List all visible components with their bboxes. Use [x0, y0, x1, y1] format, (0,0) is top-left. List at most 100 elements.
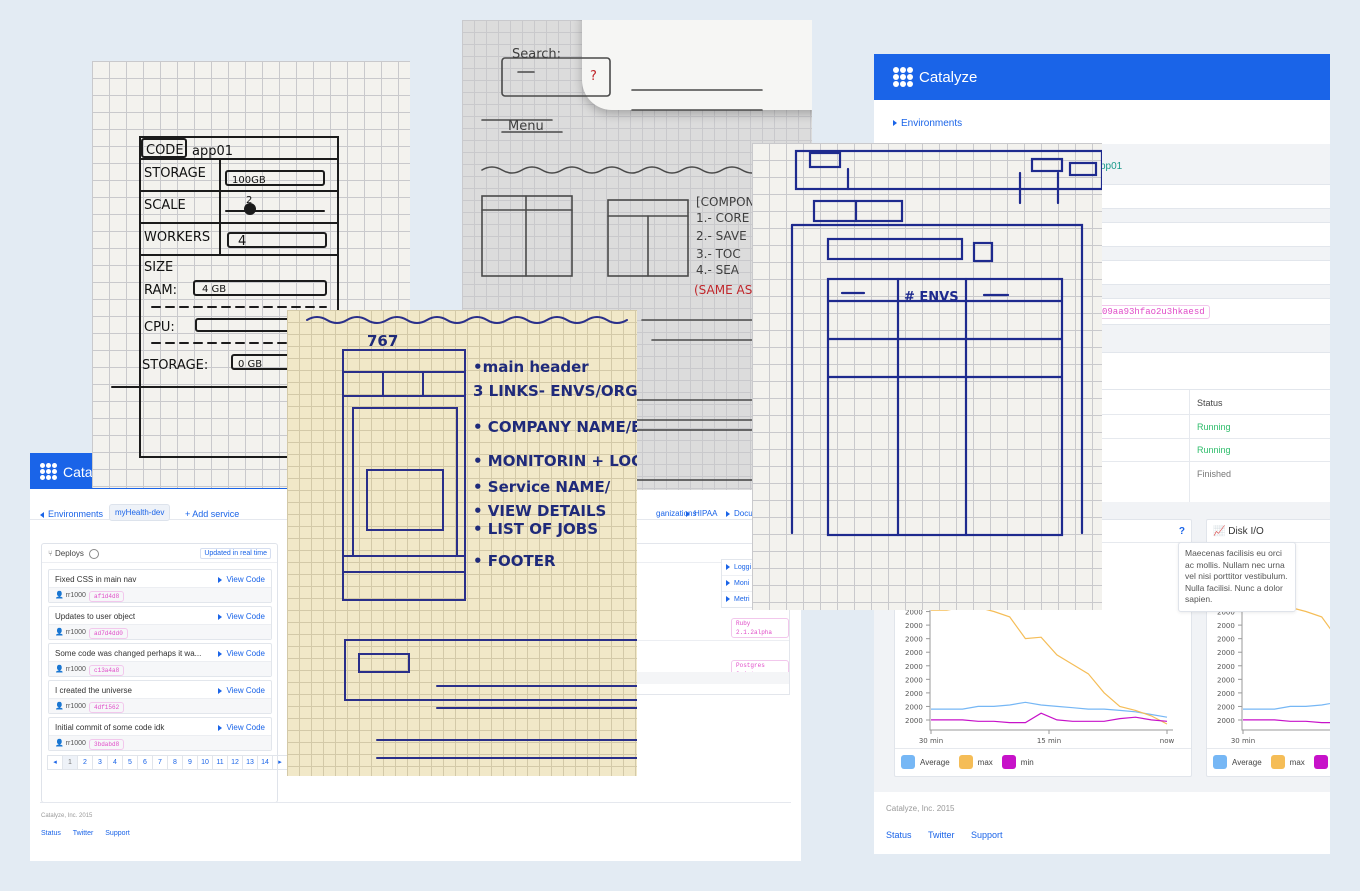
page-link[interactable]: 13	[242, 755, 258, 770]
commit-hash[interactable]: 4df1562	[89, 702, 125, 713]
deploy-item: I created the universe View Code 👤 rr100…	[48, 680, 272, 714]
x-tick-label: now	[1160, 737, 1175, 745]
average-swatch	[1213, 755, 1227, 769]
sketch-note: 3.- TOC	[696, 247, 741, 261]
support-link[interactable]: Support	[971, 830, 1003, 840]
series-line-min	[931, 712, 1168, 724]
page-link[interactable]: 1	[62, 755, 78, 770]
page-link[interactable]: 8	[167, 755, 183, 770]
page-next[interactable]: ▸	[272, 755, 288, 770]
commit-hash[interactable]: c13a4a8	[89, 665, 125, 676]
series-line-max	[931, 606, 1168, 725]
commit-hash[interactable]: af1d4d8	[89, 591, 125, 602]
service-hash-tag: 09aa93hfao2u3hkaesd	[1097, 305, 1210, 319]
y-tick-label: 2000	[905, 676, 923, 684]
sketch-note: • MONITORIN + LOG	[473, 452, 637, 470]
deploy-item: Fixed CSS in main nav View Code 👤 rr1000…	[48, 569, 272, 603]
view-code-link[interactable]: View Code	[218, 612, 265, 621]
y-tick-label: 2000	[1217, 676, 1235, 684]
service-row	[1096, 260, 1330, 285]
page-link[interactable]: 3	[92, 755, 108, 770]
service-name[interactable]: pp01	[1100, 161, 1122, 172]
twitter-link[interactable]: Twitter	[928, 830, 955, 840]
help-tooltip: Maecenas facilisis eu orci ac mollis. Nu…	[1178, 542, 1296, 612]
commit-hash[interactable]: ad7d4dd0	[89, 628, 128, 639]
caret-right-icon	[218, 650, 223, 657]
view-code-link[interactable]: View Code	[218, 686, 265, 695]
docs-link[interactable]: Docu	[726, 509, 753, 518]
env-badge[interactable]: myHealth-dev	[109, 504, 171, 521]
realtime-badge: Updated in real time	[200, 548, 271, 559]
view-code-link[interactable]: View Code	[218, 723, 265, 732]
commit-hash[interactable]: 3bdabd8	[89, 739, 125, 750]
caret-right-icon	[726, 580, 730, 587]
page-link[interactable]: 2	[77, 755, 93, 770]
y-tick-label: 2000	[1217, 649, 1235, 657]
page-link[interactable]: 14	[257, 755, 273, 770]
page-link[interactable]: 9	[182, 755, 198, 770]
page-link[interactable]: 4	[107, 755, 123, 770]
page-link[interactable]: 6	[137, 755, 153, 770]
sketch-search-label: Search:	[512, 47, 561, 62]
add-service-link[interactable]: + Add service	[185, 509, 239, 519]
page-link[interactable]: 12	[227, 755, 243, 770]
page-prev[interactable]: ◂	[47, 755, 63, 770]
left-environments-link[interactable]: Environments	[40, 509, 103, 519]
legend-max: max	[977, 757, 993, 767]
user-icon: 👤	[55, 592, 64, 599]
jobs-status-header: Status	[1197, 398, 1223, 408]
status-link[interactable]: Status	[41, 830, 61, 837]
view-code-label: View Code	[226, 575, 265, 584]
right-footer-links: Status Twitter Support	[886, 825, 1002, 843]
view-code-label: View Code	[226, 723, 265, 732]
docs-label: Docu	[734, 509, 753, 518]
y-tick-label: 2000	[905, 690, 923, 698]
service-row: 09aa93hfao2u3hkaesd	[1096, 298, 1330, 325]
sketch-envs-column: # ENVS	[904, 290, 959, 305]
right-brand[interactable]: Catalyze	[893, 67, 977, 87]
caret-right-icon	[218, 724, 223, 731]
right-environments-link[interactable]: Environments	[893, 118, 962, 129]
caret-right-icon	[218, 576, 223, 583]
right-brand-name: Catalyze	[919, 68, 978, 86]
page-link[interactable]: 11	[212, 755, 228, 770]
series-line-max	[1243, 606, 1330, 630]
job-status: Finished	[1197, 469, 1232, 479]
help-icon[interactable]: ?	[1179, 526, 1185, 537]
page-link[interactable]: 5	[122, 755, 138, 770]
deploy-message: I created the universe	[55, 686, 132, 695]
min-swatch	[1313, 755, 1328, 769]
caret-right-icon	[218, 613, 223, 620]
deploy-message: Initial commit of some code idk	[55, 723, 165, 732]
caret-right-icon	[726, 564, 730, 571]
legend-min: min	[1020, 757, 1034, 767]
sketch-ram: RAM:	[144, 283, 177, 298]
max-swatch	[1270, 755, 1285, 769]
table-sketch-photo: # ENVS	[752, 143, 1102, 610]
view-code-link[interactable]: View Code	[218, 649, 265, 658]
status-link[interactable]: Status	[886, 830, 912, 840]
catalyze-logo-icon	[40, 463, 57, 480]
sketch-storage2: STORAGE:	[142, 358, 208, 373]
caret-right-icon	[893, 120, 897, 127]
deploy-user: 👤 rr1000	[55, 739, 86, 747]
twitter-link[interactable]: Twitter	[73, 830, 94, 837]
table-sketch-drawing: # ENVS	[790, 149, 1102, 537]
service-row	[1096, 184, 1330, 209]
mobile-sketch-drawing: 767 •main header 3 LINKS- ENVS/ORG • COM…	[306, 316, 637, 759]
deploy-meta: 👤 rr1000 af1d4d8	[49, 587, 271, 602]
hipaa-link[interactable]: HIPAA	[686, 509, 717, 518]
sketch-note: 3 LINKS- ENVS/ORG	[473, 382, 637, 400]
deploy-item: Initial commit of some code idk View Cod…	[48, 717, 272, 751]
job-status: Running	[1197, 422, 1231, 432]
page-link[interactable]: 10	[197, 755, 213, 770]
left-footer-links: Status Twitter Support	[41, 830, 130, 837]
view-code-link[interactable]: View Code	[218, 575, 265, 584]
page-link[interactable]: 7	[152, 755, 168, 770]
sketch-date: 10/11/2015	[474, 20, 549, 22]
sketch-red-note: (SAME AS	[694, 283, 752, 297]
support-link[interactable]: Support	[105, 830, 130, 837]
deploy-message: Some code was changed perhaps it wa...	[55, 649, 202, 658]
deploy-message: Fixed CSS in main nav	[55, 575, 137, 584]
metrics-label: Metri	[734, 596, 750, 603]
